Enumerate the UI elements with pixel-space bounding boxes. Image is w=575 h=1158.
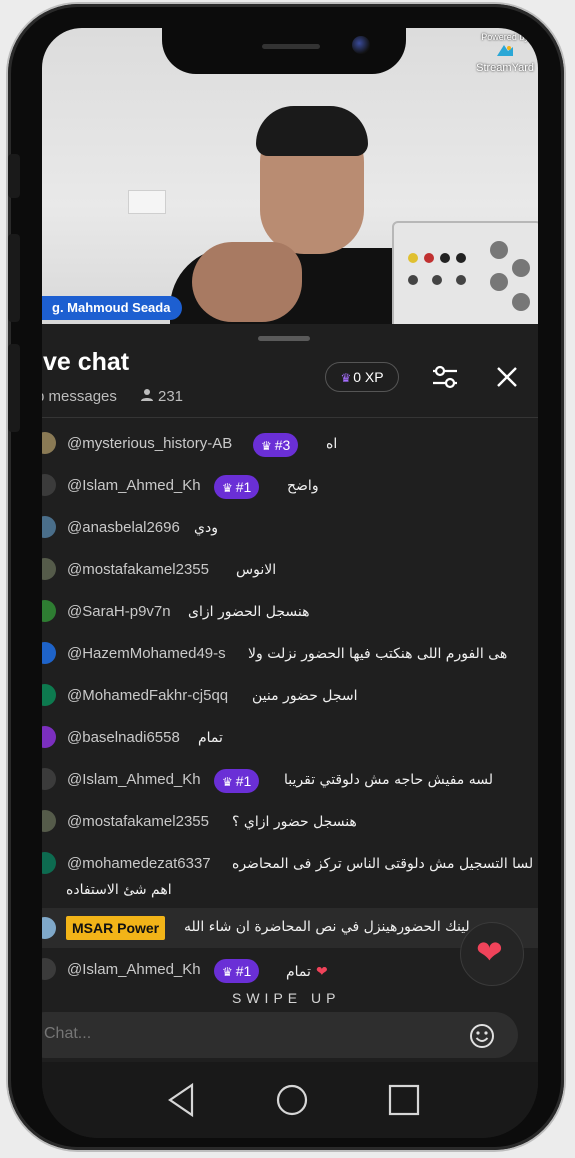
message-text-value: تمام [286, 964, 311, 980]
message-username[interactable]: @mysterious_history-AB [67, 435, 232, 452]
message-text: هى الفورم اللى هنكتب فيها الحضور نزلت ول… [248, 646, 508, 662]
message-username[interactable]: @mostafakamel2355 [67, 813, 209, 830]
crown-icon: ♛ [222, 775, 233, 789]
avatar [42, 600, 56, 622]
xp-button[interactable]: ♛ 0 XP [325, 362, 399, 392]
chat-title: ive chat [42, 348, 130, 376]
avatar [42, 726, 56, 748]
message-text: لسا التسجيل مش دلوقتى الناس تركز فى المح… [232, 856, 534, 872]
message-text: اسجل حضور منين [252, 688, 358, 704]
earpiece [262, 44, 320, 49]
avatar [42, 852, 56, 874]
sliders-icon[interactable] [428, 360, 462, 394]
avatar [42, 558, 56, 580]
front-camera [352, 36, 370, 54]
emoji-icon[interactable] [468, 1022, 496, 1050]
close-icon[interactable] [490, 360, 524, 394]
phone-notch [162, 28, 406, 74]
crown-icon: ♛ [222, 481, 233, 495]
chat-input[interactable] [42, 1024, 446, 1044]
moderator-badge[interactable]: MSAR Power [66, 916, 166, 940]
rank-badge: ♛ #3 [253, 433, 299, 457]
avatar [42, 642, 56, 664]
message-text: لسه مفيش حاجه مش دلوقتي تقريبا [284, 772, 494, 788]
wall-switch [128, 190, 166, 214]
message-username[interactable]: @baselnadi6558 [67, 729, 180, 746]
system-navigation-bar [42, 1062, 538, 1138]
message-text: هنسجل حضور ازاي ؟ [232, 814, 357, 830]
person-icon [141, 389, 153, 401]
avatar [42, 432, 56, 454]
viewer-count: 231 [140, 388, 183, 405]
phone-frame: Powered by StreamYard g. Mahmoud Seada i… [8, 4, 564, 1150]
header-divider [42, 417, 538, 418]
message-username[interactable]: @SaraH-p9v7n [67, 603, 171, 620]
message-text: ودي [194, 520, 218, 536]
recents-icon[interactable] [384, 1080, 424, 1120]
streamyard-watermark: Powered by StreamYard [476, 32, 534, 74]
message-text: تمام ❤ [286, 961, 328, 980]
volume-down-button [8, 344, 20, 432]
message-username[interactable]: @anasbelal2696 [67, 519, 180, 536]
avatar [42, 917, 56, 939]
streamyard-logo-icon [497, 45, 514, 56]
message-username[interactable]: @Islam_Ahmed_Kh [67, 477, 201, 494]
crown-icon: ♛ [340, 371, 352, 385]
chat-input-bar [42, 1012, 518, 1058]
volume-up-button [8, 234, 20, 322]
phone-screen: Powered by StreamYard g. Mahmoud Seada i… [42, 28, 538, 1138]
rank-badge: ♛ #1 [214, 769, 260, 793]
highlighted-message-text: لينك الحضورهينزل في نص المحاضرة ان شاء ا… [184, 919, 470, 935]
avatar [42, 768, 56, 790]
message-text: الانوس [236, 562, 277, 578]
side-button [8, 154, 20, 198]
swipe-up-hint: SWIPE UP [232, 990, 341, 1006]
lab-device [392, 221, 538, 324]
message-username[interactable]: @mohamedezat6337 [67, 855, 211, 872]
rank-badge: ♛ #1 [214, 475, 260, 499]
message-text: واضح [287, 478, 319, 494]
video-feed[interactable]: Powered by StreamYard g. Mahmoud Seada [42, 28, 538, 324]
avatar [42, 958, 56, 980]
message-text: تمام [198, 730, 223, 746]
presenter-hand [192, 242, 302, 322]
message-text: هنسجل الحضور ازاى [188, 604, 310, 620]
message-username[interactable]: @Islam_Ahmed_Kh [67, 961, 201, 978]
rank-badge: ♛ #1 [214, 959, 260, 983]
heart-emoji: ❤ [316, 964, 328, 980]
drag-handle[interactable] [258, 336, 310, 341]
avatar [42, 684, 56, 706]
message-text: اه [326, 436, 338, 452]
heart-reaction-button[interactable]: ❤ [460, 922, 524, 986]
message-text-continued: اهم شئ الاستفاده [66, 882, 172, 898]
message-username[interactable]: @Islam_Ahmed_Kh [67, 771, 201, 788]
avatar [42, 516, 56, 538]
chat-mode-selector[interactable]: p messages [42, 388, 117, 405]
message-username[interactable]: @HazemMohamed49-s [67, 645, 226, 662]
avatar [42, 474, 56, 496]
message-username[interactable]: @MohamedFakhr-cj5qq [67, 687, 228, 704]
heart-icon: ❤ [476, 933, 503, 971]
avatar [42, 810, 56, 832]
presenter-hair [256, 106, 368, 156]
message-username[interactable]: @mostafakamel2355 [67, 561, 209, 578]
back-icon[interactable] [162, 1080, 202, 1120]
home-icon[interactable] [272, 1080, 312, 1120]
presenter-name-tag: g. Mahmoud Seada [42, 296, 183, 320]
crown-icon: ♛ [261, 439, 272, 453]
chat-header: ive chat p messages 231 ♛ 0 XP [42, 348, 538, 416]
crown-icon: ♛ [222, 965, 233, 979]
